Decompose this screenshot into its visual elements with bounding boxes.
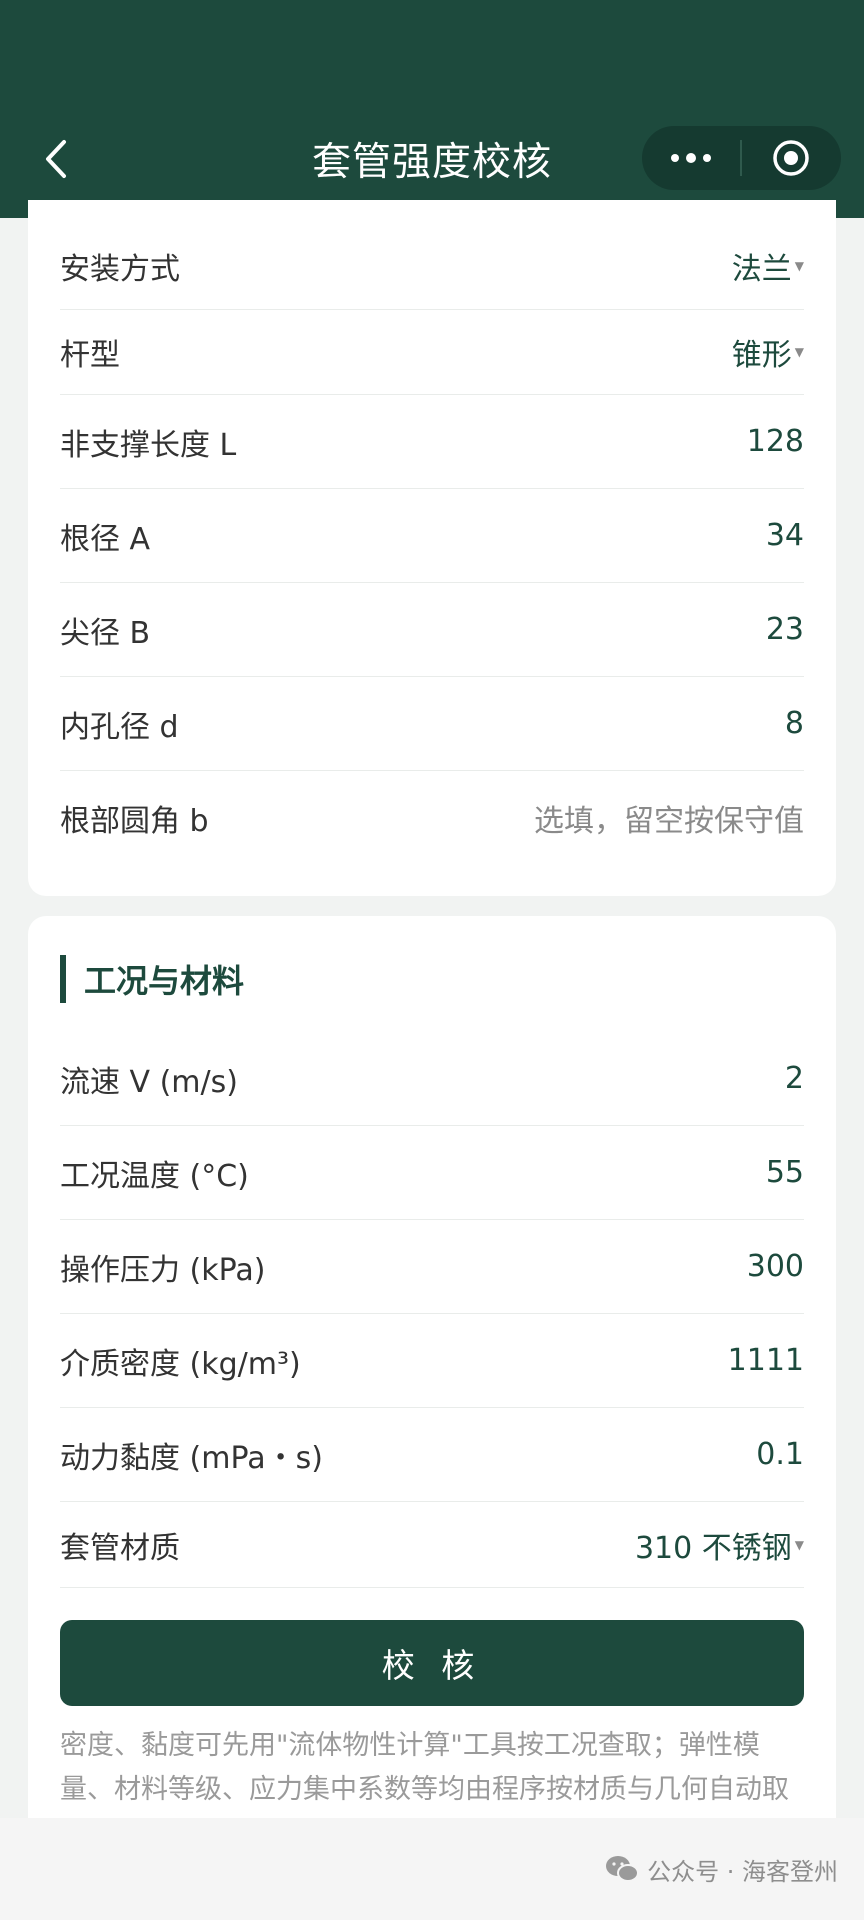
row-label: 介质密度 (kg/m³) (60, 1346, 301, 1382)
page-title: 套管强度校核 (311, 140, 552, 185)
row-label: 工况温度 (°C) (60, 1158, 249, 1194)
root-diameter-input[interactable]: 34 (766, 518, 804, 553)
root-fillet-input[interactable]: 选填，留空按保守值 (534, 796, 804, 840)
row-label: 尖径 B (60, 615, 151, 651)
row-label: 操作压力 (kPa) (60, 1252, 266, 1288)
form-row-install-method[interactable]: 安装方式 法兰 ▼ (60, 200, 804, 310)
row-label: 非支撑长度 L (60, 427, 237, 463)
footer-text: 公众号 · 海客登州 (647, 1857, 838, 1886)
row-value: 法兰 (731, 251, 792, 287)
density-input[interactable]: 1111 (728, 1343, 804, 1378)
target-icon (773, 140, 809, 176)
form-row-root-fillet[interactable]: 根部圆角 b 选填，留空按保守值 (60, 771, 804, 865)
install-method-select[interactable]: 法兰 ▼ (732, 244, 804, 288)
viscosity-input[interactable]: 0.1 (756, 1437, 804, 1472)
back-button[interactable] (34, 134, 84, 184)
form-row-rod-type[interactable]: 杆型 锥形 ▼ (60, 310, 804, 395)
row-value: 310 不锈钢 (634, 1530, 792, 1566)
form-row-flow-velocity[interactable]: 流速 V (m/s) 2 (60, 1032, 804, 1126)
form-row-pressure[interactable]: 操作压力 (kPa) 300 (60, 1220, 804, 1314)
tip-diameter-input[interactable]: 23 (766, 612, 804, 647)
footer-watermark: 公众号 · 海客登州 (0, 1818, 864, 1920)
flow-velocity-input[interactable]: 2 (785, 1061, 804, 1096)
pressure-input[interactable]: 300 (747, 1249, 804, 1284)
rod-type-select[interactable]: 锥形 ▼ (732, 330, 804, 374)
more-dots-icon (671, 153, 711, 163)
dropdown-caret-icon: ▼ (794, 1537, 804, 1552)
row-label: 杆型 (60, 338, 120, 373)
dropdown-caret-icon: ▼ (794, 345, 804, 359)
check-button[interactable]: 校 核 (60, 1620, 804, 1706)
wechat-icon (606, 1856, 640, 1882)
close-button[interactable] (742, 126, 840, 190)
row-label: 根部圆角 b (60, 804, 209, 839)
conditions-card: 工况与材料 流速 V (m/s) 2 工况温度 (°C) 55 操作压力 (kP… (28, 916, 836, 1920)
section-header: 工况与材料 (60, 916, 804, 1032)
back-arrow-icon (46, 140, 66, 178)
bore-diameter-input[interactable]: 8 (785, 706, 804, 741)
row-label: 根径 A (60, 521, 151, 557)
dropdown-caret-icon: ▼ (794, 258, 804, 273)
form-row-root-diameter[interactable]: 根径 A 34 (60, 489, 804, 583)
mini-program-capsule (642, 126, 841, 190)
unsupported-length-input[interactable]: 128 (747, 424, 804, 459)
row-label: 安装方式 (60, 251, 180, 287)
form-row-viscosity[interactable]: 动力黏度 (mPa・s) 0.1 (60, 1408, 804, 1502)
section-title: 工况与材料 (84, 962, 245, 1000)
geometry-card: 安装方式 法兰 ▼ 杆型 锥形 ▼ 非支撑长度 L 128 根径 A 34 尖径 B… (28, 200, 836, 896)
row-label: 流速 V (m/s) (60, 1064, 238, 1100)
row-value: 锥形 (731, 338, 792, 373)
form-row-tip-diameter[interactable]: 尖径 B 23 (60, 583, 804, 677)
form-row-temperature[interactable]: 工况温度 (°C) 55 (60, 1126, 804, 1220)
form-row-unsupported-length[interactable]: 非支撑长度 L 128 (60, 395, 804, 489)
row-label: 内孔径 d (60, 709, 179, 745)
more-button[interactable] (642, 126, 740, 190)
form-row-material[interactable]: 套管材质 310 不锈钢 ▼ (60, 1502, 804, 1588)
status-bar (0, 0, 864, 100)
section-accent-bar (60, 955, 66, 1003)
form-row-density[interactable]: 介质密度 (kg/m³) 1111 (60, 1314, 804, 1408)
row-label: 套管材质 (60, 1530, 180, 1566)
form-row-bore-diameter[interactable]: 内孔径 d 8 (60, 677, 804, 771)
temperature-input[interactable]: 55 (766, 1155, 804, 1190)
material-select[interactable]: 310 不锈钢 ▼ (635, 1523, 804, 1567)
row-label: 动力黏度 (mPa・s) (60, 1440, 323, 1476)
